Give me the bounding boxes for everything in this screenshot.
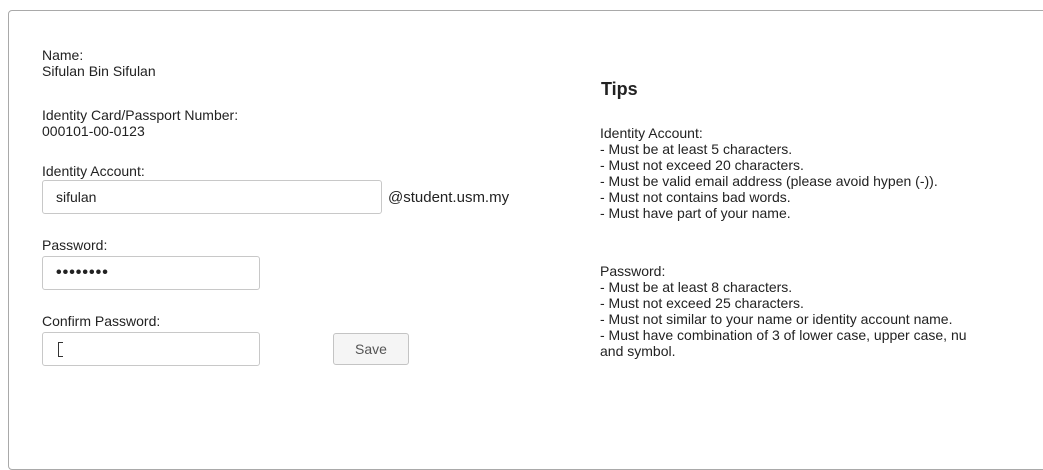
identity-account-input[interactable] (42, 180, 382, 214)
id-number-value: 000101-00-0123 (42, 123, 145, 139)
account-setup-panel: Name: Sifulan Bin Sifulan Identity Card/… (8, 10, 1043, 470)
password-label: Password: (42, 237, 108, 253)
tips-account-rule: - Must not contains bad words. (600, 189, 791, 205)
tips-password-rule: and symbol. (600, 343, 676, 359)
identity-account-tips: Identity Account: - Must be at least 5 c… (600, 125, 938, 221)
tips-password-rule: - Must have combination of 3 of lower ca… (600, 327, 967, 343)
tips-account-rule: - Must be at least 5 characters. (600, 141, 793, 157)
tips-account-rule: - Must not exceed 20 characters. (600, 157, 804, 173)
tips-account-rule: - Must be valid email address (please av… (600, 173, 938, 189)
tips-password-heading: Password: (600, 263, 666, 279)
confirm-password-label: Confirm Password: (42, 313, 161, 329)
password-tips: Password: - Must be at least 8 character… (600, 263, 967, 359)
id-number-label: Identity Card/Passport Number: (42, 107, 239, 123)
tips-password-rule: - Must not exceed 25 characters. (600, 295, 804, 311)
name-label: Name: (42, 47, 84, 63)
tips-account-heading: Identity Account: (600, 125, 703, 141)
tips-password-rule: - Must not similar to your name or ident… (600, 311, 953, 327)
identity-account-label: Identity Account: (42, 163, 145, 179)
password-input[interactable]: •••••••• (42, 256, 260, 290)
email-domain-suffix: @student.usm.my (388, 189, 510, 206)
confirm-password-input[interactable] (42, 332, 260, 366)
save-button[interactable]: Save (333, 333, 409, 365)
name-value: Sifulan Bin Sifulan (42, 63, 156, 79)
tips-account-rule: - Must have part of your name. (600, 205, 791, 221)
tips-title: Tips (601, 79, 638, 99)
text-cursor-icon (58, 342, 63, 357)
tips-password-rule: - Must be at least 8 characters. (600, 279, 793, 295)
